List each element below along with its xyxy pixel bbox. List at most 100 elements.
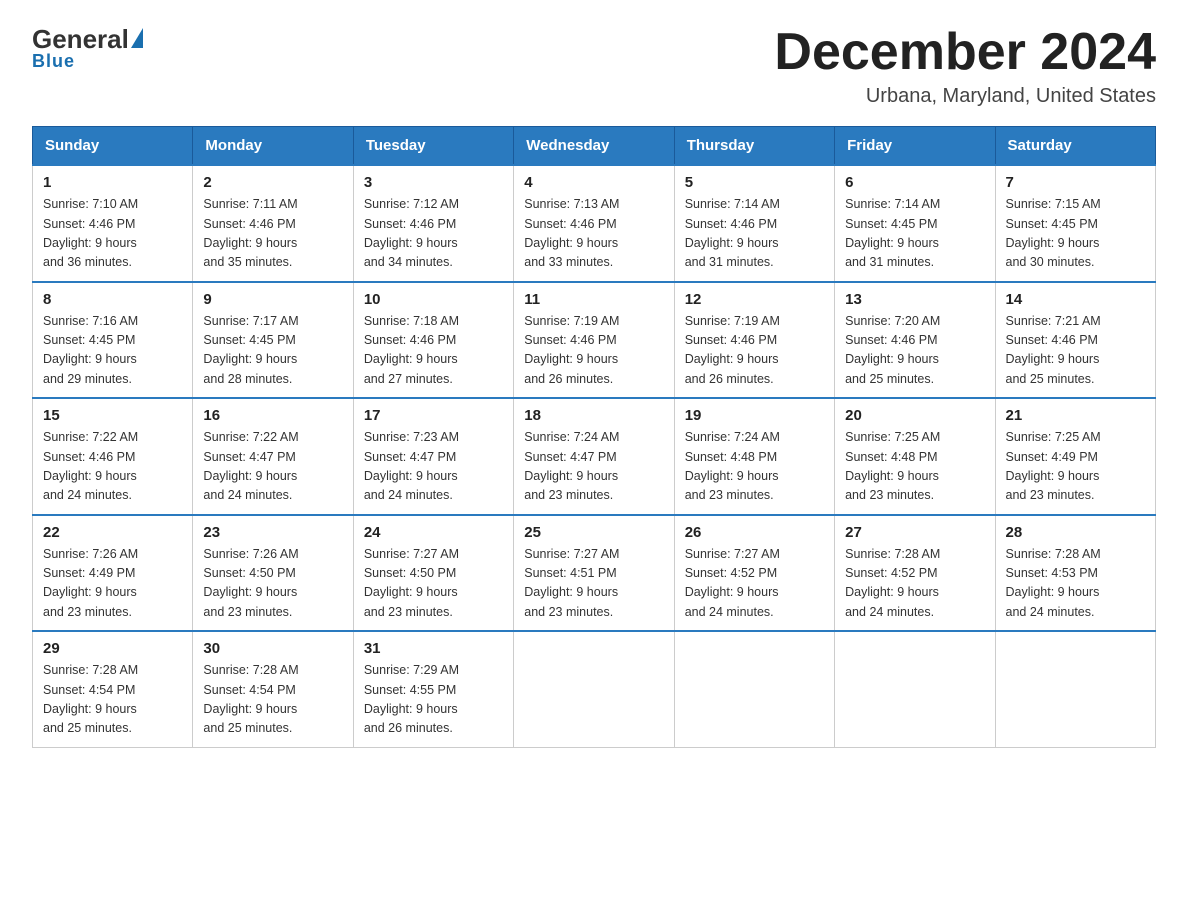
calendar-cell: 24 Sunrise: 7:27 AM Sunset: 4:50 PM Dayl… [353, 515, 513, 632]
calendar-cell: 12 Sunrise: 7:19 AM Sunset: 4:46 PM Dayl… [674, 282, 834, 399]
day-number: 30 [203, 640, 342, 657]
calendar-cell: 13 Sunrise: 7:20 AM Sunset: 4:46 PM Dayl… [835, 282, 995, 399]
calendar-cell: 7 Sunrise: 7:15 AM Sunset: 4:45 PM Dayli… [995, 165, 1155, 282]
day-info: Sunrise: 7:16 AM Sunset: 4:45 PM Dayligh… [43, 312, 182, 390]
calendar-cell: 29 Sunrise: 7:28 AM Sunset: 4:54 PM Dayl… [33, 631, 193, 747]
page-header: General Blue December 2024 Urbana, Maryl… [32, 24, 1156, 108]
day-info: Sunrise: 7:22 AM Sunset: 4:46 PM Dayligh… [43, 428, 182, 506]
calendar-cell: 10 Sunrise: 7:18 AM Sunset: 4:46 PM Dayl… [353, 282, 513, 399]
day-info: Sunrise: 7:27 AM Sunset: 4:50 PM Dayligh… [364, 545, 503, 623]
month-title: December 2024 [774, 24, 1156, 81]
calendar-cell: 9 Sunrise: 7:17 AM Sunset: 4:45 PM Dayli… [193, 282, 353, 399]
day-info: Sunrise: 7:26 AM Sunset: 4:50 PM Dayligh… [203, 545, 342, 623]
day-info: Sunrise: 7:27 AM Sunset: 4:51 PM Dayligh… [524, 545, 663, 623]
week-row-1: 1 Sunrise: 7:10 AM Sunset: 4:46 PM Dayli… [33, 165, 1156, 282]
day-number: 27 [845, 524, 984, 541]
day-number: 14 [1006, 291, 1145, 308]
week-row-3: 15 Sunrise: 7:22 AM Sunset: 4:46 PM Dayl… [33, 398, 1156, 515]
logo-blue-text: Blue [32, 51, 75, 72]
day-number: 31 [364, 640, 503, 657]
day-info: Sunrise: 7:29 AM Sunset: 4:55 PM Dayligh… [364, 661, 503, 739]
calendar-cell [835, 631, 995, 747]
day-info: Sunrise: 7:25 AM Sunset: 4:49 PM Dayligh… [1006, 428, 1145, 506]
day-number: 11 [524, 291, 663, 308]
location-text: Urbana, Maryland, United States [774, 85, 1156, 108]
calendar-cell: 16 Sunrise: 7:22 AM Sunset: 4:47 PM Dayl… [193, 398, 353, 515]
header-saturday: Saturday [995, 127, 1155, 166]
day-info: Sunrise: 7:28 AM Sunset: 4:52 PM Dayligh… [845, 545, 984, 623]
calendar-cell: 27 Sunrise: 7:28 AM Sunset: 4:52 PM Dayl… [835, 515, 995, 632]
day-info: Sunrise: 7:26 AM Sunset: 4:49 PM Dayligh… [43, 545, 182, 623]
day-number: 28 [1006, 524, 1145, 541]
title-area: December 2024 Urbana, Maryland, United S… [774, 24, 1156, 108]
logo-triangle-icon [131, 28, 143, 48]
day-info: Sunrise: 7:11 AM Sunset: 4:46 PM Dayligh… [203, 195, 342, 273]
calendar-cell: 8 Sunrise: 7:16 AM Sunset: 4:45 PM Dayli… [33, 282, 193, 399]
calendar-cell: 4 Sunrise: 7:13 AM Sunset: 4:46 PM Dayli… [514, 165, 674, 282]
calendar-cell: 18 Sunrise: 7:24 AM Sunset: 4:47 PM Dayl… [514, 398, 674, 515]
header-sunday: Sunday [33, 127, 193, 166]
days-header-row: Sunday Monday Tuesday Wednesday Thursday… [33, 127, 1156, 166]
day-info: Sunrise: 7:14 AM Sunset: 4:45 PM Dayligh… [845, 195, 984, 273]
day-info: Sunrise: 7:14 AM Sunset: 4:46 PM Dayligh… [685, 195, 824, 273]
week-row-5: 29 Sunrise: 7:28 AM Sunset: 4:54 PM Dayl… [33, 631, 1156, 747]
day-info: Sunrise: 7:15 AM Sunset: 4:45 PM Dayligh… [1006, 195, 1145, 273]
day-info: Sunrise: 7:22 AM Sunset: 4:47 PM Dayligh… [203, 428, 342, 506]
day-number: 7 [1006, 174, 1145, 191]
day-info: Sunrise: 7:28 AM Sunset: 4:54 PM Dayligh… [43, 661, 182, 739]
day-number: 20 [845, 407, 984, 424]
day-number: 9 [203, 291, 342, 308]
calendar-cell [674, 631, 834, 747]
day-info: Sunrise: 7:24 AM Sunset: 4:47 PM Dayligh… [524, 428, 663, 506]
calendar-table: Sunday Monday Tuesday Wednesday Thursday… [32, 126, 1156, 748]
day-info: Sunrise: 7:19 AM Sunset: 4:46 PM Dayligh… [524, 312, 663, 390]
day-info: Sunrise: 7:10 AM Sunset: 4:46 PM Dayligh… [43, 195, 182, 273]
day-number: 19 [685, 407, 824, 424]
day-number: 10 [364, 291, 503, 308]
day-number: 3 [364, 174, 503, 191]
calendar-cell: 31 Sunrise: 7:29 AM Sunset: 4:55 PM Dayl… [353, 631, 513, 747]
day-info: Sunrise: 7:12 AM Sunset: 4:46 PM Dayligh… [364, 195, 503, 273]
calendar-cell: 20 Sunrise: 7:25 AM Sunset: 4:48 PM Dayl… [835, 398, 995, 515]
header-wednesday: Wednesday [514, 127, 674, 166]
day-number: 13 [845, 291, 984, 308]
day-number: 25 [524, 524, 663, 541]
calendar-cell: 25 Sunrise: 7:27 AM Sunset: 4:51 PM Dayl… [514, 515, 674, 632]
header-monday: Monday [193, 127, 353, 166]
calendar-cell: 17 Sunrise: 7:23 AM Sunset: 4:47 PM Dayl… [353, 398, 513, 515]
day-number: 5 [685, 174, 824, 191]
header-tuesday: Tuesday [353, 127, 513, 166]
calendar-cell [995, 631, 1155, 747]
day-info: Sunrise: 7:21 AM Sunset: 4:46 PM Dayligh… [1006, 312, 1145, 390]
day-info: Sunrise: 7:20 AM Sunset: 4:46 PM Dayligh… [845, 312, 984, 390]
calendar-cell: 28 Sunrise: 7:28 AM Sunset: 4:53 PM Dayl… [995, 515, 1155, 632]
calendar-cell: 30 Sunrise: 7:28 AM Sunset: 4:54 PM Dayl… [193, 631, 353, 747]
day-number: 18 [524, 407, 663, 424]
day-number: 6 [845, 174, 984, 191]
day-info: Sunrise: 7:13 AM Sunset: 4:46 PM Dayligh… [524, 195, 663, 273]
day-info: Sunrise: 7:28 AM Sunset: 4:54 PM Dayligh… [203, 661, 342, 739]
day-info: Sunrise: 7:23 AM Sunset: 4:47 PM Dayligh… [364, 428, 503, 506]
calendar-cell: 3 Sunrise: 7:12 AM Sunset: 4:46 PM Dayli… [353, 165, 513, 282]
day-info: Sunrise: 7:25 AM Sunset: 4:48 PM Dayligh… [845, 428, 984, 506]
day-info: Sunrise: 7:28 AM Sunset: 4:53 PM Dayligh… [1006, 545, 1145, 623]
calendar-cell: 2 Sunrise: 7:11 AM Sunset: 4:46 PM Dayli… [193, 165, 353, 282]
week-row-2: 8 Sunrise: 7:16 AM Sunset: 4:45 PM Dayli… [33, 282, 1156, 399]
logo: General Blue [32, 24, 143, 72]
day-info: Sunrise: 7:27 AM Sunset: 4:52 PM Dayligh… [685, 545, 824, 623]
day-number: 16 [203, 407, 342, 424]
day-number: 8 [43, 291, 182, 308]
calendar-cell: 21 Sunrise: 7:25 AM Sunset: 4:49 PM Dayl… [995, 398, 1155, 515]
calendar-cell [514, 631, 674, 747]
day-number: 22 [43, 524, 182, 541]
day-number: 24 [364, 524, 503, 541]
calendar-cell: 1 Sunrise: 7:10 AM Sunset: 4:46 PM Dayli… [33, 165, 193, 282]
calendar-cell: 11 Sunrise: 7:19 AM Sunset: 4:46 PM Dayl… [514, 282, 674, 399]
day-number: 26 [685, 524, 824, 541]
header-friday: Friday [835, 127, 995, 166]
header-thursday: Thursday [674, 127, 834, 166]
day-number: 12 [685, 291, 824, 308]
calendar-cell: 19 Sunrise: 7:24 AM Sunset: 4:48 PM Dayl… [674, 398, 834, 515]
day-number: 17 [364, 407, 503, 424]
day-info: Sunrise: 7:17 AM Sunset: 4:45 PM Dayligh… [203, 312, 342, 390]
